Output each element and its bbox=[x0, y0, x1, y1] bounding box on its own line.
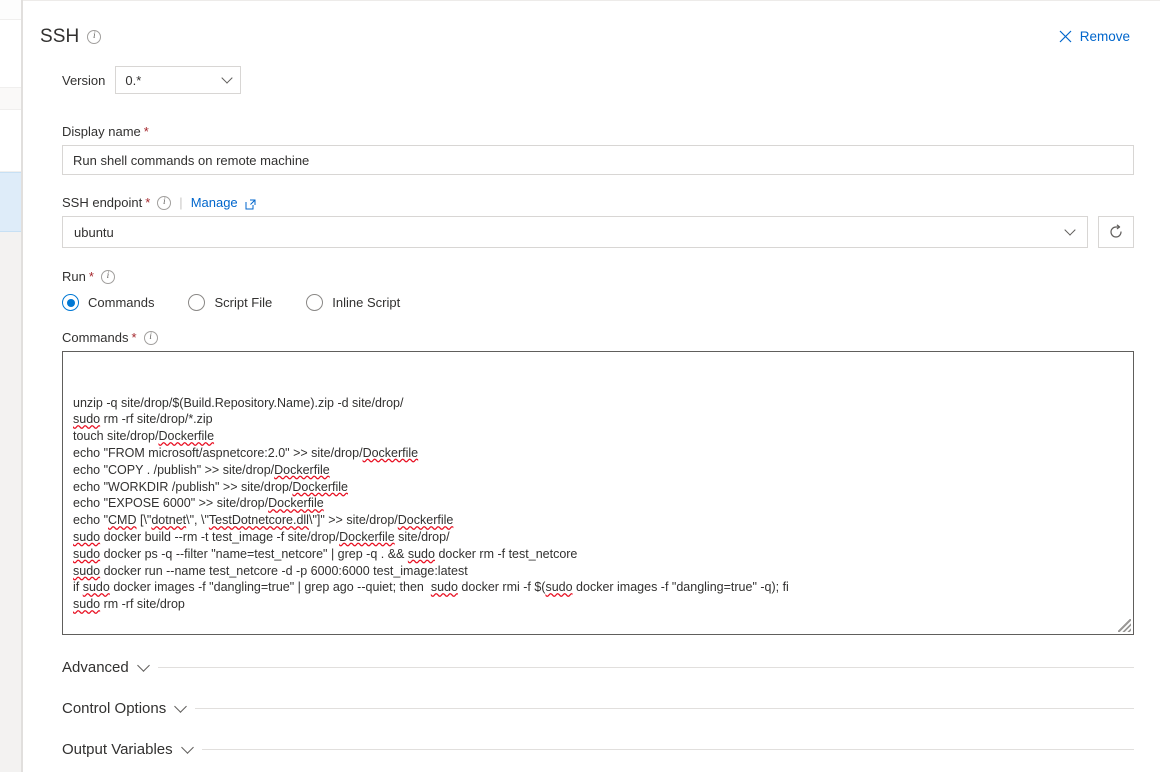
radio-inline-script-label: Inline Script bbox=[332, 295, 401, 310]
ssh-endpoint-label-row: SSH endpoint * i | Manage bbox=[62, 195, 1134, 210]
strip-header bbox=[0, 0, 21, 20]
command-line: sudo docker build --rm -t test_image -f … bbox=[73, 529, 450, 544]
section-divider bbox=[201, 749, 1134, 750]
radio-script-file[interactable]: Script File bbox=[188, 294, 272, 311]
strip-group-divider bbox=[0, 88, 21, 110]
command-line: unzip -q site/drop/$(Build.Repository.Na… bbox=[73, 395, 404, 410]
strip-item[interactable] bbox=[0, 20, 21, 88]
section-advanced[interactable]: Advanced bbox=[40, 659, 1134, 676]
close-icon bbox=[1059, 30, 1072, 43]
section-output-variables-label: Output Variables bbox=[62, 741, 173, 758]
run-label: Run * bbox=[62, 269, 94, 284]
commands-field: Commands * i unzip -q site/drop/$(Build.R… bbox=[40, 330, 1134, 635]
command-line: sudo docker ps -q --filter "name=test_ne… bbox=[73, 546, 578, 561]
command-line: echo "CMD [\"dotnet\", \"TestDotnetcore.… bbox=[73, 513, 454, 528]
command-line: if sudo docker images -f "dangling=true"… bbox=[73, 580, 789, 595]
run-label-row: Run * i bbox=[62, 269, 1134, 284]
command-line: sudo rm -rf site/drop/*.zip bbox=[73, 412, 213, 427]
radio-indicator bbox=[306, 294, 324, 311]
commands-label: Commands * bbox=[62, 330, 137, 345]
version-label: Version bbox=[62, 72, 106, 88]
info-icon[interactable]: i bbox=[143, 330, 158, 345]
run-field: Run * i Commands Script File Inline Scrip… bbox=[40, 269, 1134, 311]
label-separator: | bbox=[179, 195, 183, 210]
command-line: echo "WORKDIR /publish" >> site/drop/Doc… bbox=[73, 479, 348, 494]
command-line: touch site/drop/Dockerfile bbox=[73, 429, 215, 444]
resize-handle[interactable] bbox=[1118, 619, 1131, 632]
version-select-value: 0.* bbox=[125, 72, 142, 88]
version-row: Version 0.* bbox=[40, 66, 1134, 94]
commands-text-content: unzip -q site/drop/$(Build.Repository.Na… bbox=[73, 395, 1123, 613]
info-icon[interactable]: i bbox=[157, 195, 172, 210]
command-line: echo "FROM microsoft/aspnetcore:2.0" >> … bbox=[73, 445, 419, 460]
ssh-endpoint-field: SSH endpoint * i | Manage ubuntu bbox=[40, 195, 1134, 248]
display-name-label-row: Display name * bbox=[62, 124, 1134, 139]
ssh-endpoint-value: ubuntu bbox=[74, 224, 114, 240]
adjacent-task-list-strip[interactable] bbox=[0, 0, 22, 772]
strip-item-selected[interactable] bbox=[0, 172, 21, 232]
command-line: sudo rm -rf site/drop bbox=[73, 597, 185, 612]
required-marker: * bbox=[145, 195, 151, 210]
ssh-endpoint-controls: ubuntu bbox=[62, 216, 1134, 248]
section-control-options-label: Control Options bbox=[62, 700, 167, 717]
external-link-icon bbox=[245, 198, 256, 210]
manage-link[interactable]: Manage bbox=[191, 195, 238, 210]
strip-empty-area bbox=[0, 232, 21, 772]
chevron-down-icon bbox=[1064, 224, 1076, 236]
remove-button[interactable]: Remove bbox=[1055, 27, 1134, 46]
section-advanced-label: Advanced bbox=[62, 659, 129, 676]
task-form: Version 0.* Display name* SSH endpoint* … bbox=[23, 66, 1160, 758]
radio-indicator bbox=[62, 294, 79, 311]
refresh-button[interactable] bbox=[1098, 216, 1134, 248]
command-line: echo "COPY . /publish" >> site/drop/Dock… bbox=[73, 462, 330, 477]
display-name-input[interactable] bbox=[62, 145, 1134, 175]
task-title-group: SSH i bbox=[40, 26, 102, 47]
ssh-endpoint-label: SSH endpoint * bbox=[62, 195, 151, 210]
info-icon[interactable]: i bbox=[87, 29, 102, 44]
display-name-field: Display name * bbox=[40, 124, 1134, 175]
version-select[interactable]: 0.* bbox=[115, 66, 242, 94]
required-marker: * bbox=[143, 124, 149, 139]
section-divider bbox=[195, 708, 1134, 709]
chevron-down-icon bbox=[174, 700, 188, 713]
refresh-icon bbox=[1110, 224, 1122, 238]
section-control-options[interactable]: Control Options bbox=[40, 700, 1134, 717]
remove-button-label: Remove bbox=[1079, 29, 1130, 44]
info-icon[interactable]: i bbox=[100, 269, 115, 284]
task-editor-pane: SSH i Remove Version 0.* Display name* bbox=[23, 0, 1160, 772]
radio-inline-script[interactable]: Inline Script bbox=[306, 294, 400, 311]
commands-textarea[interactable]: unzip -q site/drop/$(Build.Repository.Na… bbox=[62, 351, 1134, 635]
command-line: sudo docker run --name test_netcore -d -… bbox=[73, 563, 468, 578]
chevron-down-icon bbox=[221, 72, 234, 84]
required-marker: * bbox=[131, 330, 137, 345]
command-line: echo "EXPOSE 6000" >> site/drop/Dockerfi… bbox=[73, 496, 324, 511]
page-title: SSH bbox=[40, 26, 80, 47]
ssh-endpoint-select[interactable]: ubuntu bbox=[62, 216, 1088, 248]
radio-script-file-label: Script File bbox=[214, 295, 273, 310]
radio-commands-label: Commands bbox=[88, 295, 155, 310]
strip-item[interactable] bbox=[0, 110, 21, 172]
radio-indicator bbox=[188, 294, 206, 311]
chevron-down-icon bbox=[136, 659, 150, 672]
display-name-label: Display name * bbox=[62, 124, 149, 139]
radio-commands[interactable]: Commands bbox=[62, 294, 154, 311]
section-output-variables[interactable]: Output Variables bbox=[40, 741, 1134, 758]
run-radio-group: Commands Script File Inline Script bbox=[62, 294, 1134, 311]
section-divider bbox=[157, 667, 1134, 668]
task-header: SSH i Remove bbox=[23, 1, 1160, 46]
required-marker: * bbox=[88, 269, 94, 284]
chevron-down-icon bbox=[180, 741, 194, 754]
commands-label-row: Commands * i bbox=[62, 330, 1134, 345]
